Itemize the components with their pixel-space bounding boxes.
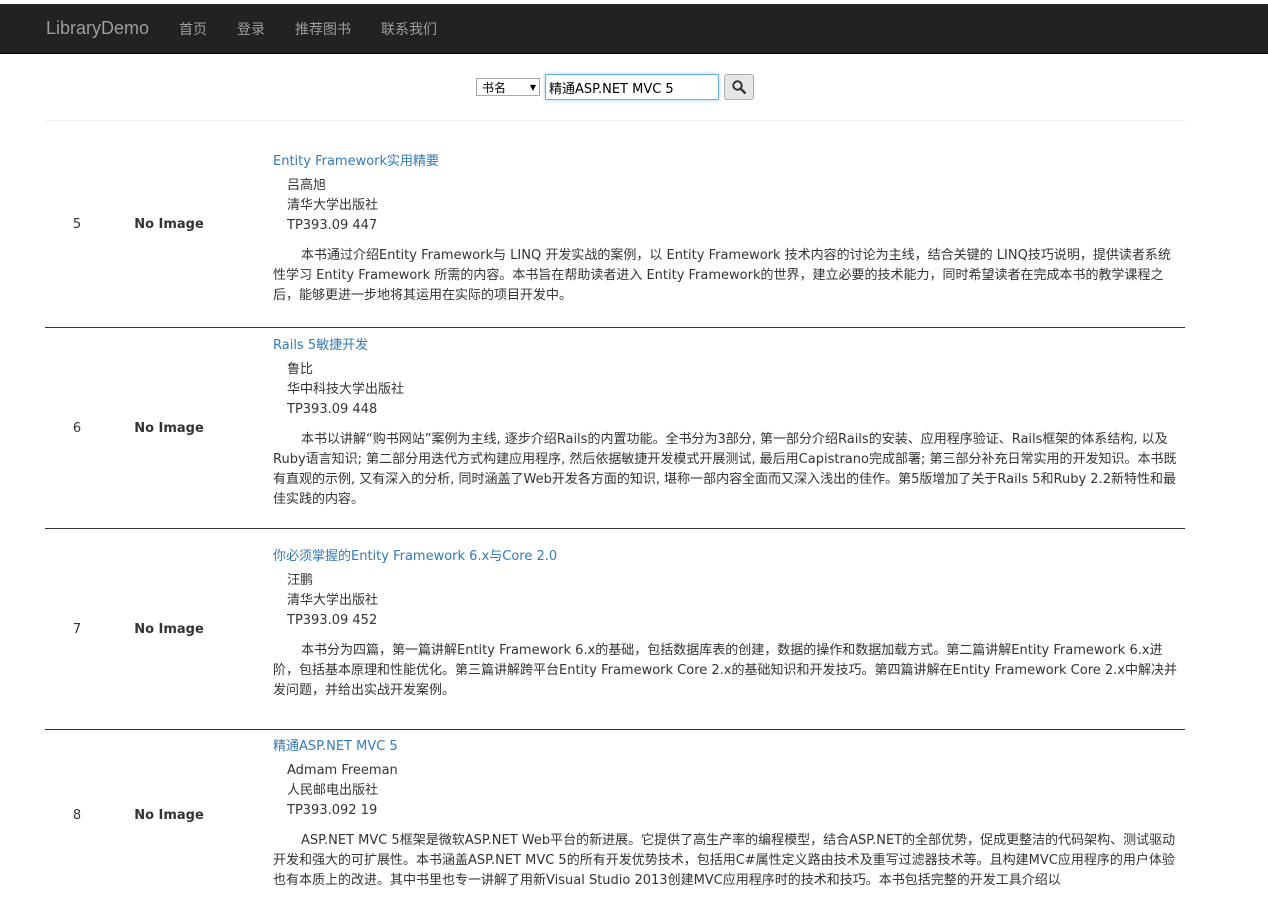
- nav-recommended-books[interactable]: 推荐图书: [295, 19, 351, 39]
- book-call-number: TP393.09 448: [287, 402, 378, 417]
- book-description: 本书通过介绍Entity Framework与 LINQ 开发实战的案例，以 E…: [273, 248, 1171, 303]
- book-author: 鲁比: [287, 362, 314, 377]
- book-list: 5 No Image Entity Framework实用精要 吕高旭 清华大学…: [45, 121, 1185, 900]
- book-author: 吕高旭: [287, 178, 327, 193]
- book-info: 你必须掌握的Entity Framework 6.x与Core 2.0 汪鹏 清…: [219, 529, 1185, 729]
- book-call-number: TP393.092 19: [287, 803, 378, 818]
- book-info: Entity Framework实用精要 吕高旭 清华大学出版社 TP393.0…: [219, 121, 1185, 327]
- dropdown-arrow-icon: ▼: [529, 82, 536, 92]
- search-field-selected: 书名: [482, 80, 507, 95]
- book-index: 7: [72, 621, 82, 637]
- book-publisher: 清华大学出版社: [287, 198, 379, 213]
- book-row: 5 No Image Entity Framework实用精要 吕高旭 清华大学…: [45, 121, 1185, 328]
- book-row: 8 No Image 精通ASP.NET MVC 5 Admam Freeman…: [45, 730, 1185, 900]
- book-image-placeholder: No Image: [134, 216, 204, 232]
- book-title-link[interactable]: 精通ASP.NET MVC 5: [273, 737, 1181, 757]
- book-image-placeholder: No Image: [134, 807, 204, 823]
- book-title-link[interactable]: Rails 5敏捷开发: [273, 336, 1181, 356]
- book-row: 6 No Image Rails 5敏捷开发 鲁比 华中科技大学出版社 TP39…: [45, 328, 1185, 529]
- navbar: LibraryDemo 首页 登录 推荐图书 联系我们: [0, 4, 1268, 54]
- book-description: ASP.NET MVC 5框架是微软ASP.NET Web平台的新进展。它提供了…: [273, 833, 1176, 888]
- search-field-select[interactable]: 书名 ▼: [476, 78, 540, 96]
- book-publisher: 华中科技大学出版社: [287, 382, 405, 397]
- book-publisher: 人民邮电出版社: [287, 783, 379, 798]
- book-description: 本书分为四篇，第一篇讲解Entity Framework 6.x的基础，包括数据…: [273, 643, 1177, 698]
- book-title-link[interactable]: 你必须掌握的Entity Framework 6.x与Core 2.0: [273, 547, 1181, 567]
- book-author: 汪鹏: [287, 573, 314, 588]
- book-call-number: TP393.09 452: [287, 613, 378, 628]
- brand-link[interactable]: LibraryDemo: [46, 18, 149, 39]
- search-icon: [732, 80, 746, 94]
- book-info: 精通ASP.NET MVC 5 Admam Freeman 人民邮电出版社 TP…: [219, 730, 1185, 900]
- book-row: 7 No Image 你必须掌握的Entity Framework 6.x与Co…: [45, 529, 1185, 730]
- book-description: 本书以讲解“购书网站”案例为主线, 逐步介绍Rails的内置功能。全书分为3部分…: [273, 432, 1177, 507]
- book-author: Admam Freeman: [287, 763, 398, 778]
- book-publisher: 清华大学出版社: [287, 593, 379, 608]
- book-index: 6: [72, 420, 82, 436]
- search-button[interactable]: [724, 74, 754, 100]
- search-input[interactable]: 精通ASP.NET MVC 5: [545, 74, 719, 100]
- nav-contact-us[interactable]: 联系我们: [381, 19, 437, 39]
- book-call-number: TP393.09 447: [287, 218, 378, 233]
- book-image-placeholder: No Image: [134, 621, 204, 637]
- nav-home[interactable]: 首页: [179, 19, 207, 39]
- search-bar: 书名 ▼ 精通ASP.NET MVC 5: [45, 54, 1185, 121]
- book-title-link[interactable]: Entity Framework实用精要: [273, 152, 1181, 172]
- book-image-placeholder: No Image: [134, 420, 204, 436]
- nav-login[interactable]: 登录: [237, 19, 265, 39]
- book-index: 5: [72, 216, 82, 232]
- book-index: 8: [72, 807, 82, 823]
- book-info: Rails 5敏捷开发 鲁比 华中科技大学出版社 TP393.09 448 本书…: [219, 328, 1185, 528]
